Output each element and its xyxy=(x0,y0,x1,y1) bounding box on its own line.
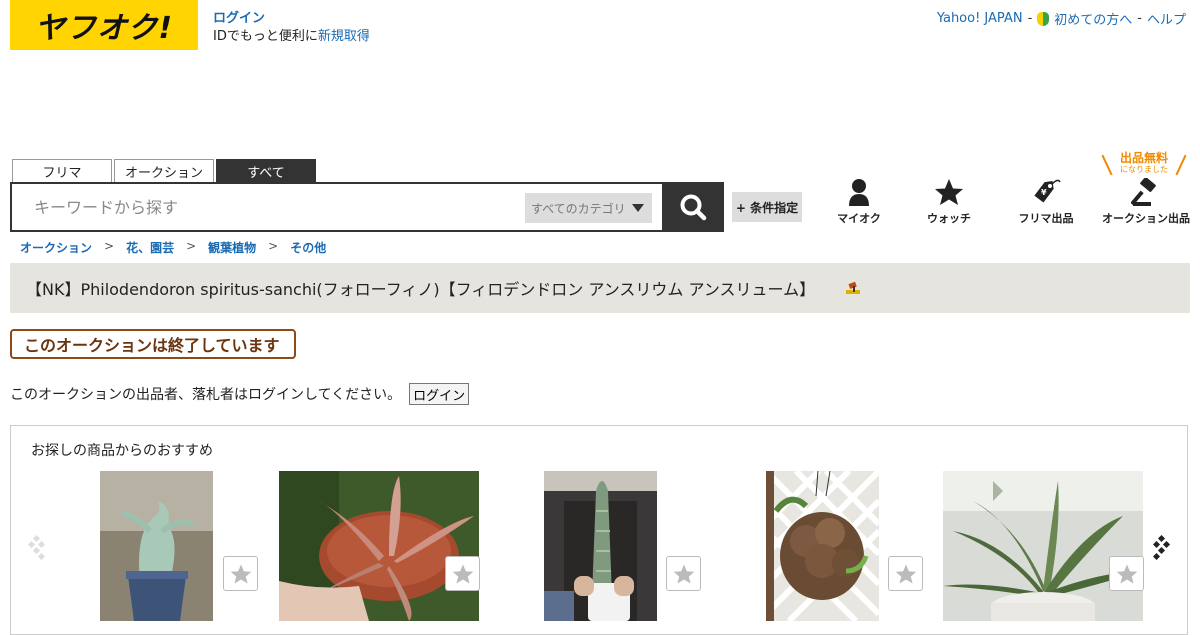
breadcrumb-item[interactable]: その他 xyxy=(290,239,326,256)
item-title-band: 【NK】Philodendoron spiritus-sanchi(フォローフィ… xyxy=(10,263,1190,313)
free-badge-sub: になりました xyxy=(1120,165,1168,174)
search-input[interactable] xyxy=(32,194,516,220)
header-nav: マイオク ウォッチ ¥ フリマ出品 オークション出品 xyxy=(820,178,1200,228)
top-links: Yahoo! JAPAN - 初めての方へ - ヘルプ xyxy=(937,9,1186,28)
beginners-link[interactable]: 初めての方へ xyxy=(1054,9,1132,28)
free-badge-main: 出品無料 xyxy=(1119,151,1168,165)
nav-label: フリマ出品 xyxy=(1018,212,1074,225)
product-image[interactable] xyxy=(279,471,479,621)
category-select[interactable]: すべてのカテゴリ xyxy=(525,193,652,223)
logo-text: ヤフオク! xyxy=(34,11,174,46)
breadcrumb: オークション > 花、園芸 > 観葉植物 > その他 xyxy=(20,239,326,256)
nav-furima-listing[interactable]: ¥ フリマ出品 xyxy=(1014,178,1078,226)
search-icon xyxy=(680,194,707,221)
tab-auction[interactable]: オークション xyxy=(114,159,214,182)
tab-all[interactable]: すべて xyxy=(216,159,316,182)
nav-auction-listing[interactable]: オークション出品 xyxy=(1100,178,1192,226)
chevron-left-icon[interactable] xyxy=(25,534,45,560)
breadcrumb-item[interactable]: 花、園芸 xyxy=(126,239,174,256)
breadcrumb-item[interactable]: 観葉植物 xyxy=(208,239,256,256)
nav-label: オークション出品 xyxy=(1102,212,1190,225)
condition-button[interactable]: + 条件指定 xyxy=(732,192,802,222)
yahuoku-logo[interactable]: ヤフオク! xyxy=(10,0,198,50)
succulent-pot-image xyxy=(100,471,213,621)
help-link[interactable]: ヘルプ xyxy=(1147,9,1186,28)
login-note-text: このオークションの出品者、落札者はログインしてください。 xyxy=(10,387,402,403)
breadcrumb-sep: > xyxy=(104,239,115,253)
watch-button[interactable] xyxy=(445,556,480,591)
free-listing-badge: 出品無料 になりました xyxy=(1101,151,1187,178)
breadcrumb-sep: > xyxy=(186,239,197,253)
star-icon xyxy=(452,563,473,584)
product-image[interactable] xyxy=(544,471,657,621)
signup-link[interactable]: 新規取得 xyxy=(318,29,370,44)
link-separator: - xyxy=(1027,11,1033,26)
hanging-bulb-plant-image xyxy=(766,471,879,621)
star-icon xyxy=(935,179,963,205)
user-icon xyxy=(849,179,869,206)
beginner-icon xyxy=(1037,11,1050,26)
search-button[interactable] xyxy=(662,182,724,232)
star-icon xyxy=(673,563,694,584)
recommend-heading: お探しの商品からのおすすめ xyxy=(31,443,213,459)
tab-furima[interactable]: フリマ xyxy=(12,159,112,182)
watch-button[interactable] xyxy=(1109,556,1144,591)
product-image[interactable] xyxy=(100,471,213,621)
breadcrumb-sep: > xyxy=(268,239,279,253)
product-image[interactable] xyxy=(766,471,879,621)
star-icon xyxy=(1116,563,1137,584)
search-box: すべてのカテゴリ xyxy=(10,182,664,232)
nav-myauction[interactable]: マイオク xyxy=(834,178,884,226)
nav-watch[interactable]: ウォッチ xyxy=(924,178,974,226)
login-button[interactable]: ログイン xyxy=(409,383,470,405)
nav-label: マイオク xyxy=(837,212,881,225)
search-tabs: フリマ オークション すべて xyxy=(12,159,316,182)
auction-hammer-icon xyxy=(846,281,861,294)
pink-foliage-image xyxy=(279,471,479,621)
nav-label: ウォッチ xyxy=(927,212,971,225)
recommend-section: お探しの商品からのおすすめ xyxy=(10,425,1188,635)
login-note: このオークションの出品者、落札者はログインしてください。 ログイン xyxy=(10,383,470,405)
item-title: 【NK】Philodendoron spiritus-sanchi(フォローフィ… xyxy=(26,280,816,299)
star-icon xyxy=(895,563,916,584)
star-icon xyxy=(230,563,251,584)
category-selected-label: すべてのカテゴリ xyxy=(531,201,626,216)
gavel-icon xyxy=(1131,178,1156,206)
login-box: ログイン IDでもっと便利に新規取得 xyxy=(213,10,370,46)
chevron-down-icon xyxy=(632,204,644,212)
svg-text:¥: ¥ xyxy=(1041,188,1047,197)
product-image[interactable] xyxy=(943,471,1143,621)
price-tag-icon: ¥ xyxy=(1034,179,1061,203)
chevron-right-icon[interactable] xyxy=(1153,534,1173,560)
watch-button[interactable] xyxy=(223,556,258,591)
watch-button[interactable] xyxy=(666,556,701,591)
login-sub-text: IDでもっと便利に xyxy=(213,29,318,44)
breadcrumb-item[interactable]: オークション xyxy=(20,239,92,256)
link-separator: - xyxy=(1137,11,1142,26)
watch-button[interactable] xyxy=(888,556,923,591)
login-link[interactable]: ログイン xyxy=(213,11,265,26)
yahoo-japan-link[interactable]: Yahoo! JAPAN xyxy=(937,11,1023,26)
auction-ended-notice: このオークションは終了しています xyxy=(10,329,296,359)
sansevieria-large-pot-image xyxy=(943,471,1143,621)
sansevieria-cylinder-image xyxy=(544,471,657,621)
